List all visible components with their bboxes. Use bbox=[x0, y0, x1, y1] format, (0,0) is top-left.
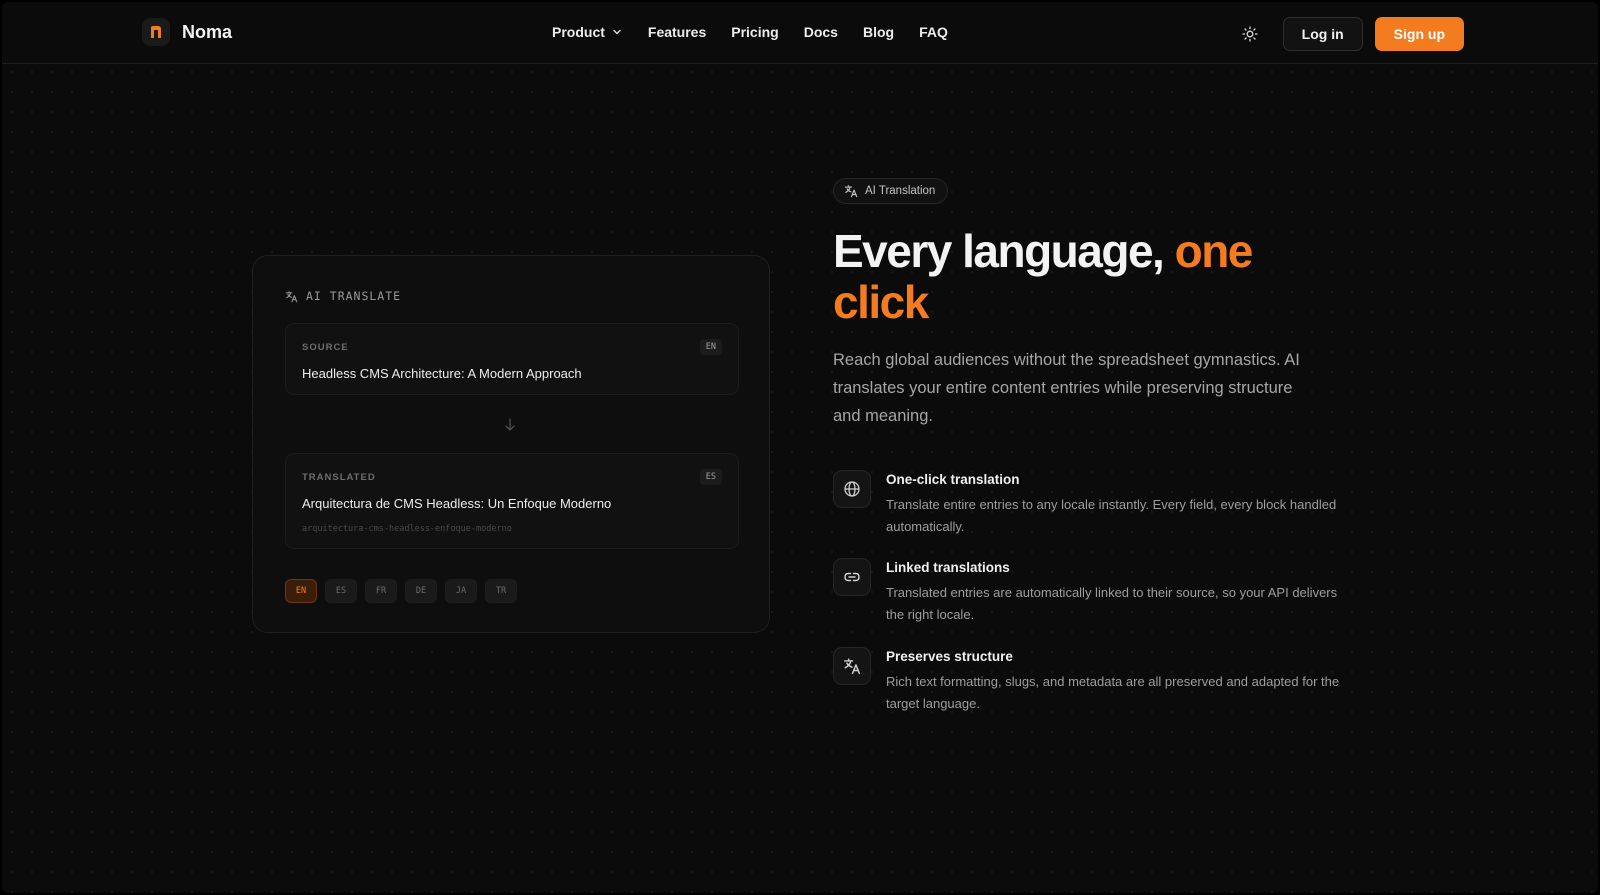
locale-chip-fr[interactable]: FR bbox=[365, 579, 397, 603]
feature-title: Linked translations bbox=[886, 560, 1010, 575]
card-header-label: AI TRANSLATE bbox=[306, 289, 402, 303]
locale-chip-es[interactable]: ES bbox=[325, 579, 357, 603]
page-frame: Noma Product Features Pricing Docs Blog … bbox=[2, 2, 1598, 893]
signup-button[interactable]: Sign up bbox=[1374, 17, 1464, 51]
nav-link-blog[interactable]: Blog bbox=[863, 24, 894, 40]
globe-icon bbox=[833, 470, 871, 508]
translated-text: Arquitectura de CMS Headless: Un Enfoque… bbox=[302, 496, 612, 511]
translated-locale-badge: ES bbox=[699, 469, 722, 485]
nav-actions: Log in Sign up bbox=[1233, 17, 1464, 51]
link-icon bbox=[833, 558, 871, 596]
card-header: AI TRANSLATE bbox=[285, 289, 401, 303]
page-title: Every language, one click bbox=[833, 226, 1393, 328]
translate-icon bbox=[285, 290, 298, 302]
feature-description: Rich text formatting, slugs, and metadat… bbox=[886, 674, 1340, 711]
headline-accent-2: click bbox=[833, 276, 929, 328]
nav-link-features[interactable]: Features bbox=[648, 24, 706, 40]
feature-description: Translate entire entries to any locale i… bbox=[886, 497, 1337, 534]
translate-demo-card: AI TRANSLATE SOURCE EN Headless CMS Arch… bbox=[252, 255, 770, 633]
locale-chip-de[interactable]: DE bbox=[405, 579, 437, 603]
feature-description: Translated entries are automatically lin… bbox=[886, 585, 1338, 622]
locale-selector: EN ES FR DE JA TR bbox=[285, 579, 517, 603]
feature-title: Preserves structure bbox=[886, 649, 1013, 664]
brand[interactable]: Noma bbox=[142, 18, 232, 46]
section-pill-label: AI Translation bbox=[865, 185, 936, 197]
login-button[interactable]: Log in bbox=[1282, 17, 1363, 51]
source-box: SOURCE EN Headless CMS Architecture: A M… bbox=[285, 323, 739, 395]
sun-icon bbox=[1242, 26, 1258, 42]
translated-label: TRANSLATED bbox=[302, 472, 376, 483]
source-label: SOURCE bbox=[302, 342, 349, 353]
chevron-down-icon bbox=[613, 29, 621, 35]
arrow-down-icon bbox=[505, 418, 515, 431]
locale-chip-tr[interactable]: TR bbox=[485, 579, 517, 603]
section-pill: AI Translation bbox=[833, 178, 949, 204]
nav-link-pricing[interactable]: Pricing bbox=[731, 24, 778, 40]
nav-link-product-label: Product bbox=[552, 24, 605, 40]
nav-link-product[interactable]: Product bbox=[552, 24, 623, 40]
headline-main: Every language, bbox=[833, 225, 1175, 277]
translate-icon bbox=[844, 185, 858, 198]
source-text: Headless CMS Architecture: A Modern Appr… bbox=[302, 366, 582, 381]
locale-chip-ja[interactable]: JA bbox=[445, 579, 477, 603]
headline-accent-1: one bbox=[1174, 225, 1254, 277]
translated-slug: arquitectura-cms-headless-enfoque-modern… bbox=[302, 524, 512, 534]
noma-logo-icon bbox=[142, 18, 170, 46]
source-locale-badge: EN bbox=[699, 339, 722, 355]
nav-links: Product Features Pricing Docs Blog FAQ bbox=[552, 24, 948, 40]
feature-title: One-click translation bbox=[886, 472, 1020, 487]
translated-box: TRANSLATED ES Arquitectura de CMS Headle… bbox=[285, 453, 739, 549]
locale-chip-en[interactable]: EN bbox=[285, 579, 317, 603]
lead-paragraph: Reach global audiences without the sprea… bbox=[833, 351, 1300, 425]
top-nav: Noma Product Features Pricing Docs Blog … bbox=[2, 2, 1598, 64]
nav-link-docs[interactable]: Docs bbox=[804, 24, 838, 40]
brand-name: Noma bbox=[182, 21, 233, 42]
nav-link-faq[interactable]: FAQ bbox=[919, 24, 948, 40]
theme-toggle-button[interactable] bbox=[1233, 17, 1267, 51]
translate-icon bbox=[833, 647, 871, 685]
